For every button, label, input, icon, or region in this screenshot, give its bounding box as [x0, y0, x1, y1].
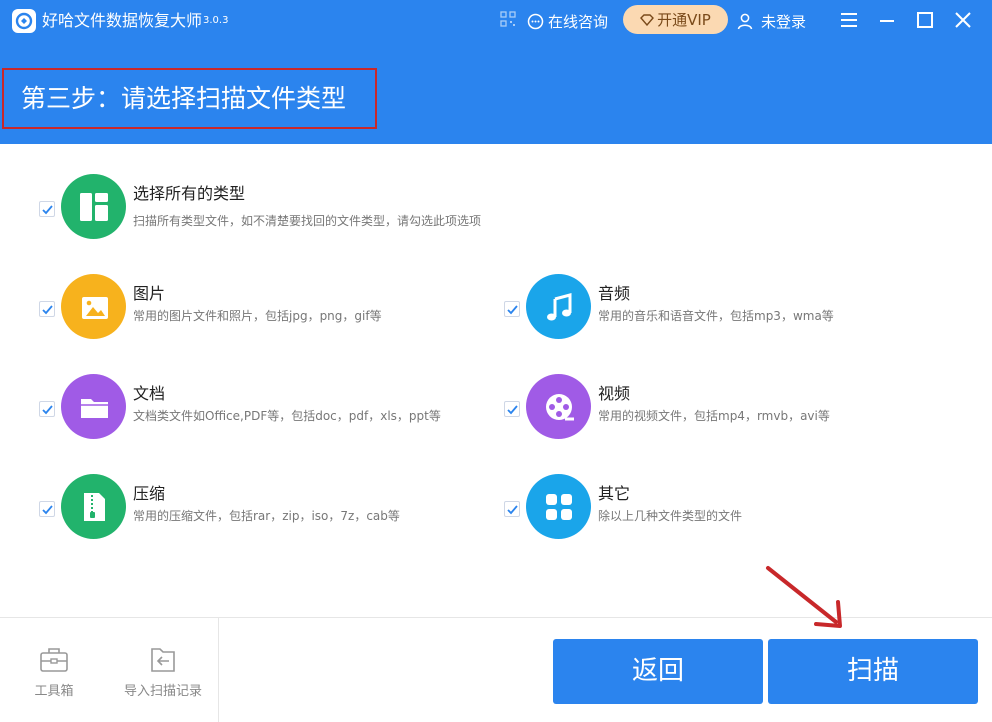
grid-icon	[526, 474, 591, 539]
step-title: 第三步：请选择扫描文件类型	[2, 68, 377, 129]
checkmark-icon	[42, 305, 53, 315]
category-label: 音频	[598, 284, 631, 303]
annotation-arrow	[766, 566, 842, 628]
music-icon	[526, 274, 591, 339]
app-version: 3.0.3	[203, 15, 229, 26]
chat-icon	[527, 13, 544, 29]
checkmark-icon	[42, 205, 53, 215]
checkmark-icon	[42, 505, 53, 515]
import-record-label: 导入扫描记录	[123, 684, 202, 699]
app-logo-icon	[12, 9, 36, 33]
checkmark-icon	[507, 405, 518, 415]
category-label: 图片	[133, 284, 166, 303]
folder-icon	[61, 374, 126, 439]
category-desc: 常用的压缩文件，包括rar，zip，iso，7z，cab等	[133, 509, 400, 523]
online-consult-label: 在线咨询	[548, 12, 609, 31]
film-reel-icon	[526, 374, 591, 439]
category-desc: 常用的图片文件和照片，包括jpg，png，gif等	[133, 309, 382, 323]
diamond-icon	[640, 13, 655, 26]
user-icon	[737, 13, 753, 29]
category-desc: 常用的视频文件，包括mp4，rmvb，avi等	[598, 409, 830, 423]
import-record-icon	[151, 648, 175, 672]
minimize-icon[interactable]	[876, 9, 898, 31]
select-all-desc: 扫描所有类型文件，如不清楚要找回的文件类型，请勾选此项选项	[133, 214, 482, 228]
login-button[interactable]: 未登录	[737, 10, 806, 32]
category-checkbox[interactable]	[504, 401, 520, 417]
online-consult-button[interactable]: 在线咨询	[527, 10, 608, 32]
maximize-icon[interactable]	[914, 9, 936, 31]
scan-button[interactable]: 扫描	[768, 639, 978, 704]
vip-label: 开通VIP	[657, 11, 711, 29]
toolbox-button[interactable]: 工具箱	[4, 646, 104, 699]
category-label: 文档	[133, 384, 166, 403]
image-icon	[61, 274, 126, 339]
qr-code-icon[interactable]	[500, 11, 516, 27]
category-desc: 常用的音乐和语音文件，包括mp3，wma等	[598, 309, 834, 323]
checkmark-icon	[42, 405, 53, 415]
toolbox-icon	[40, 648, 68, 672]
app-title: 好哈文件数据恢复大师	[42, 11, 203, 30]
login-label: 未登录	[761, 12, 807, 31]
back-button[interactable]: 返回	[553, 639, 763, 704]
close-icon[interactable]	[952, 9, 974, 31]
title-bar: 好哈文件数据恢复大师 3.0.3 在线咨询 开通VIP 未登录	[0, 0, 992, 42]
footer-vertical-divider	[218, 617, 219, 722]
category-checkbox[interactable]	[39, 301, 55, 317]
layout-icon	[61, 174, 126, 239]
step-header: 第三步：请选择扫描文件类型	[0, 42, 992, 144]
select-all-label: 选择所有的类型	[133, 184, 246, 203]
toolbox-label: 工具箱	[34, 684, 74, 699]
checkmark-icon	[507, 305, 518, 315]
category-label: 视频	[598, 384, 631, 403]
category-desc: 文档类文件如Office,PDF等，包括doc，pdf，xls，ppt等	[133, 409, 441, 423]
zip-icon	[61, 474, 126, 539]
checkmark-icon	[507, 505, 518, 515]
category-label: 压缩	[133, 484, 166, 503]
category-desc: 除以上几种文件类型的文件	[598, 509, 743, 523]
category-checkbox[interactable]	[39, 401, 55, 417]
category-checkbox[interactable]	[504, 301, 520, 317]
menu-icon[interactable]	[838, 9, 860, 31]
select-all-checkbox[interactable]	[39, 201, 55, 217]
category-checkbox[interactable]	[39, 501, 55, 517]
import-record-button[interactable]: 导入扫描记录	[113, 646, 213, 699]
vip-button[interactable]: 开通VIP	[623, 5, 728, 34]
category-checkbox[interactable]	[504, 501, 520, 517]
category-label: 其它	[598, 484, 631, 503]
